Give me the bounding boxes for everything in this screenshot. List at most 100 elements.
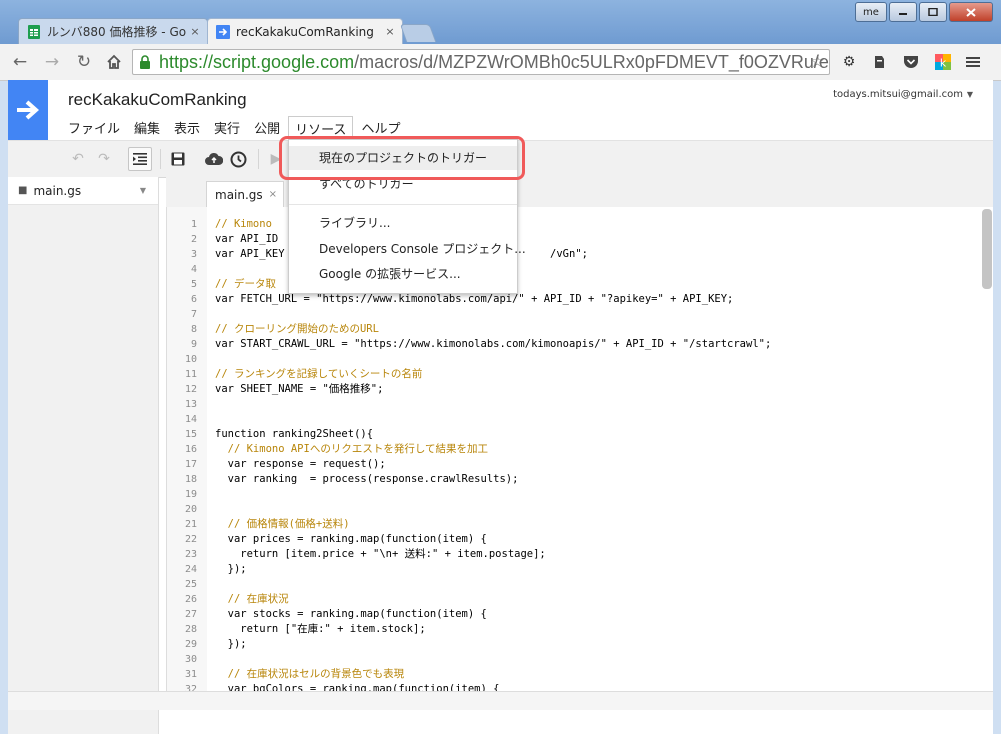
profile-button[interactable]: me — [855, 2, 887, 22]
account-email[interactable]: todays.mitsui@gmail.com — [833, 89, 963, 100]
indent-button[interactable] — [128, 147, 152, 171]
sheets-icon — [28, 24, 40, 39]
line-number: 16 — [184, 444, 197, 455]
code-line: 28 return ["在庫:" + item.stock]; — [167, 622, 771, 637]
code-text: var SHEET_NAME = "価格推移"; — [215, 383, 384, 395]
line-number: 28 — [184, 624, 197, 635]
annotation-highlight-box — [279, 136, 525, 180]
code-line: 24 }); — [167, 562, 771, 577]
menu-edit[interactable]: 編集 — [128, 116, 166, 140]
code-line: 7 — [167, 307, 771, 322]
line-number: 29 — [184, 639, 197, 650]
save-icon — [171, 152, 185, 166]
close-icon[interactable]: × — [382, 25, 398, 38]
indent-icon — [133, 153, 147, 165]
title-bar: ルンバ880 価格推移 - Go × recKakakuComRanking ×… — [0, 0, 1001, 44]
code-text: var response = request(); — [215, 458, 386, 470]
code-text: // ランキングを記録していくシートの名前 — [215, 368, 423, 380]
line-number: 14 — [184, 414, 197, 425]
menu-item-developers-console-project[interactable]: Developers Console プロジェクト... — [289, 237, 526, 261]
menu-item-libraries[interactable]: ライブラリ... — [289, 211, 517, 235]
bookmark-star-icon[interactable]: ☆ — [810, 52, 825, 72]
editor-tab-main[interactable]: main.gs × — [206, 181, 284, 207]
line-number: 12 — [184, 384, 197, 395]
code-line: 12 var SHEET_NAME = "価格推移"; — [167, 382, 771, 397]
code-line: 15 function ranking2Sheet(){ — [167, 427, 771, 442]
line-number: 13 — [184, 399, 197, 410]
apps-script-logo[interactable] — [8, 80, 48, 140]
line-number: 22 — [184, 534, 197, 545]
code-text: }); — [215, 563, 247, 575]
editor-scrollbar[interactable] — [982, 209, 992, 289]
url-path: /macros/d/MZPZWrOMBh0c5ULRx0pFDMEVT_f0OZ… — [354, 51, 829, 72]
code-text: return [item.price + "\n+ 送料:" + item.po… — [215, 548, 546, 560]
address-bar[interactable]: https://script.google.com/macros/d/MZPZW… — [132, 49, 830, 75]
line-number: 8 — [190, 324, 197, 335]
close-icon[interactable]: × — [187, 25, 203, 38]
line-number: 2 — [190, 234, 197, 245]
code-text: var prices = ranking.map(function(item) … — [215, 533, 487, 545]
undo-button[interactable]: ↶ — [66, 147, 90, 171]
triggers-button[interactable] — [226, 147, 250, 171]
code-text: // Kimono — [215, 218, 272, 230]
menu-item-advanced-google-services[interactable]: Google の拡張サービス... — [289, 262, 517, 286]
line-number: 23 — [184, 549, 197, 560]
save-button[interactable] — [166, 147, 190, 171]
close-window-button[interactable] — [949, 2, 993, 22]
redo-button[interactable]: ↷ — [92, 147, 116, 171]
minimize-icon — [899, 13, 907, 15]
code-line: 31 // 在庫状況はセルの背景色でも表現 — [167, 667, 771, 682]
code-line: 26 // 在庫状況 — [167, 592, 771, 607]
settings-gear-icon[interactable]: ⚙ — [838, 52, 860, 72]
line-number: 31 — [184, 669, 197, 680]
deploy-button[interactable] — [202, 147, 226, 171]
menu-run[interactable]: 実行 — [208, 116, 246, 140]
menu-view[interactable]: 表示 — [168, 116, 206, 140]
browser-tab-sheet[interactable]: ルンバ880 価格推移 - Go × — [18, 18, 208, 44]
project-title[interactable]: recKakakuComRanking — [68, 90, 247, 110]
code-line: 13 — [167, 397, 771, 412]
code-line: 10 — [167, 352, 771, 367]
code-text: var stocks = ranking.map(function(item) … — [215, 608, 487, 620]
line-number: 10 — [184, 354, 197, 365]
toolbar-divider — [258, 149, 259, 169]
close-icon — [966, 7, 976, 17]
kippt-icon[interactable]: k — [932, 52, 954, 72]
menu-publish[interactable]: 公開 — [248, 116, 286, 140]
minimize-button[interactable] — [889, 2, 917, 22]
browser-tab-script[interactable]: recKakakuComRanking × — [207, 18, 403, 44]
close-icon[interactable]: × — [269, 189, 277, 200]
line-number: 27 — [184, 609, 197, 620]
line-number: 20 — [184, 504, 197, 515]
line-number: 32 — [184, 684, 197, 691]
code-text: var FETCH_URL = "https://www.kimonolabs.… — [215, 293, 734, 305]
new-tab-button[interactable] — [399, 24, 437, 42]
line-number: 6 — [190, 294, 197, 305]
home-button[interactable] — [102, 50, 126, 74]
browser-window: ルンバ880 価格推移 - Go × recKakakuComRanking ×… — [0, 0, 1001, 734]
reload-icon: ↻ — [76, 52, 92, 72]
evernote-icon[interactable] — [868, 52, 890, 72]
code-text: var START_CRAWL_URL = "https://www.kimon… — [215, 338, 772, 350]
pocket-icon[interactable] — [900, 52, 922, 72]
caret-down-icon[interactable]: ▼ — [967, 90, 973, 99]
clock-icon — [230, 151, 246, 167]
line-number: 25 — [184, 579, 197, 590]
browser-toolbar: ← → ↻ https://script.google.com/macros/d… — [0, 44, 1001, 81]
app-header: recKakakuComRanking todays.mitsui@gmail.… — [8, 80, 993, 140]
file-item-main[interactable]: ■ main.gs ▼ — [8, 177, 158, 205]
reload-button[interactable]: ↻ — [72, 50, 96, 74]
caret-down-icon[interactable]: ▼ — [140, 186, 146, 195]
home-icon — [107, 54, 121, 69]
menu-icon[interactable] — [962, 52, 984, 72]
status-bar — [8, 691, 993, 710]
back-button[interactable]: ← — [8, 50, 32, 74]
undo-icon: ↶ — [72, 151, 84, 167]
menu-file[interactable]: ファイル — [62, 116, 126, 140]
line-number: 1 — [190, 219, 197, 230]
code-line: 29 }); — [167, 637, 771, 652]
maximize-button[interactable] — [919, 2, 947, 22]
arrow-left-icon: ← — [12, 52, 28, 72]
forward-button[interactable]: → — [40, 50, 64, 74]
code-line: 9 var START_CRAWL_URL = "https://www.kimo… — [167, 337, 771, 352]
